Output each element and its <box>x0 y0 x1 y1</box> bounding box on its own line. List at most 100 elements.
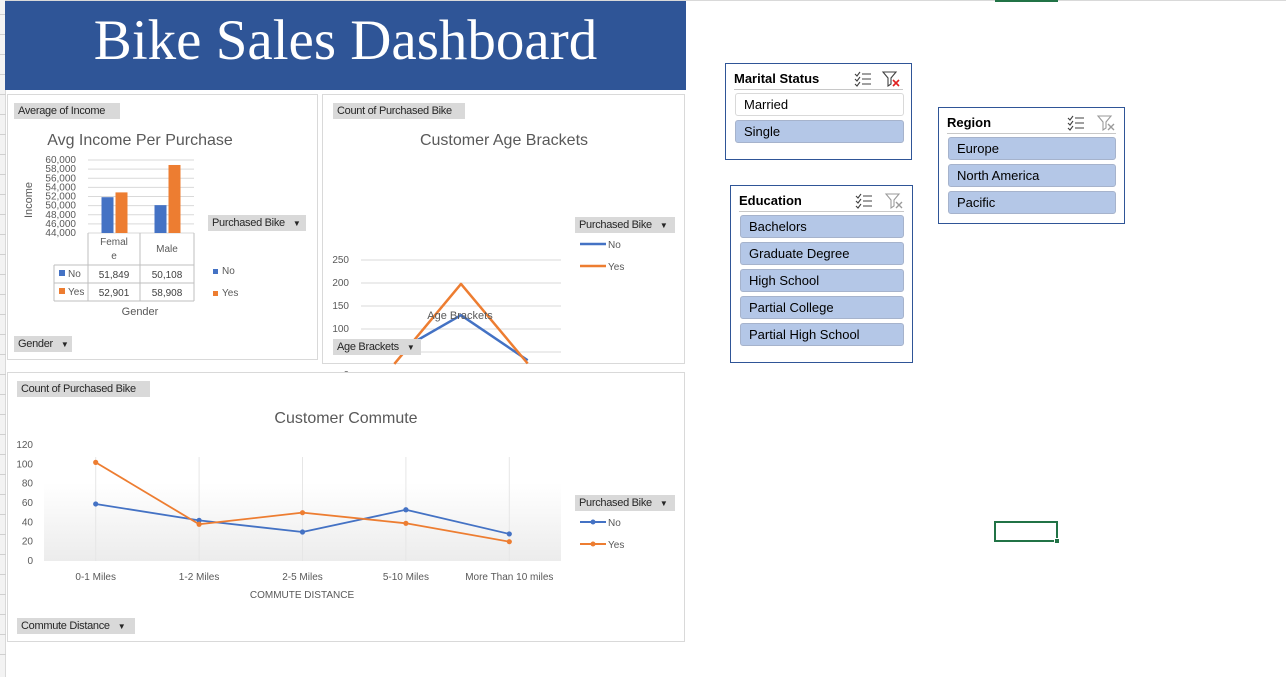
axis-field-label: Gender <box>18 338 53 350</box>
data-point-yes <box>299 510 306 516</box>
value-field-button[interactable]: Average of Income <box>14 103 120 119</box>
data-table: Femal e Male No 51,849 50,108 Yes 52,901 … <box>53 233 195 302</box>
dashboard-title: Bike Sales Dashboard <box>93 9 598 72</box>
legend-label-no: No <box>608 518 621 529</box>
y-tick-label: 100 <box>332 324 349 335</box>
table-row-label-yes: Yes <box>68 287 84 298</box>
clear-filter-icon[interactable] <box>884 192 904 210</box>
x-axis-label: Gender <box>122 306 159 318</box>
x-axis-label: COMMUTE DISTANCE <box>250 590 355 601</box>
legend-key-yes <box>59 288 65 294</box>
fill-handle[interactable] <box>1054 538 1060 544</box>
data-point-yes <box>196 521 202 527</box>
table-cell: 51,849 <box>99 270 130 281</box>
data-point-yes <box>403 520 409 526</box>
data-point-no <box>506 531 512 537</box>
slicer-item-bachelors[interactable]: Bachelors <box>740 215 904 238</box>
slicer-item-europe[interactable]: Europe <box>948 137 1116 160</box>
legend: No Yes <box>580 518 624 551</box>
multi-select-icon[interactable] <box>853 70 873 88</box>
clear-filter-icon[interactable] <box>1096 114 1116 132</box>
slicer-item-north-america[interactable]: North America <box>948 164 1116 187</box>
legend-field-label: Purchased Bike <box>212 217 285 229</box>
y-tick-label: 150 <box>332 301 349 312</box>
legend-label-no: No <box>608 240 621 251</box>
legend: No Yes <box>580 240 624 273</box>
dropdown-arrow-icon[interactable]: ▼ <box>61 337 69 353</box>
y-tick-label: 20 <box>22 537 34 548</box>
slicer-item-pacific[interactable]: Pacific <box>948 191 1116 214</box>
slicer-header: Region <box>947 112 1116 134</box>
table-row-label-no: No <box>68 269 81 280</box>
slicer-title: Marital Status <box>734 71 820 86</box>
axis-field-label: Commute Distance <box>21 620 110 632</box>
table-header-female: Femal e <box>100 237 128 262</box>
legend-label-no: No <box>222 266 235 277</box>
slicer-item-partial-high-school[interactable]: Partial High School <box>740 323 904 346</box>
income-chart-panel[interactable]: Average of Income Avg Income Per Purchas… <box>7 94 318 360</box>
slicer-item-high-school[interactable]: High School <box>740 269 904 292</box>
multi-select-icon[interactable] <box>1066 114 1086 132</box>
legend-key-no <box>213 269 218 274</box>
dropdown-arrow-icon[interactable]: ▼ <box>660 218 668 234</box>
age-chart-panel[interactable]: Count of Purchased Bike Customer Age Bra… <box>322 94 685 398</box>
data-point-yes <box>506 539 512 545</box>
bar-yes <box>115 192 128 233</box>
slicer-title: Education <box>739 193 802 208</box>
education-slicer[interactable]: Education Bachelors Graduate Degree High… <box>730 185 913 363</box>
clear-filter-icon[interactable] <box>881 70 901 88</box>
axis-field-label: Age Brackets <box>337 341 399 353</box>
sheet-row-margin <box>0 0 6 677</box>
y-tick-label: 60 <box>22 498 34 509</box>
legend-field-button[interactable]: Purchased Bike ▼ <box>575 217 675 233</box>
table-cell: 50,108 <box>152 270 183 281</box>
y-tick-label: 200 <box>332 278 349 289</box>
slicer-header: Marital Status <box>734 68 903 90</box>
chart-title: Avg Income Per Purchase <box>47 132 233 149</box>
slicer-item-graduate-degree[interactable]: Graduate Degree <box>740 242 904 265</box>
legend-marker-no <box>590 519 596 525</box>
x-tick-label: 1-2 Miles <box>179 572 220 583</box>
y-tick-label: 0 <box>27 556 33 567</box>
axis-field-button[interactable]: Commute Distance ▼ <box>17 618 135 634</box>
x-tick-label: More Than 10 miles <box>465 572 553 583</box>
bar-no <box>101 197 114 233</box>
active-cell-cursor[interactable] <box>994 521 1060 544</box>
data-point-no <box>403 507 409 513</box>
bar-no <box>154 205 167 233</box>
bar-yes <box>168 164 181 233</box>
dropdown-arrow-icon[interactable]: ▼ <box>660 496 668 512</box>
y-tick-label: 120 <box>16 440 33 451</box>
axis-field-button[interactable]: Age Brackets ▼ <box>333 339 421 355</box>
dropdown-arrow-icon[interactable]: ▼ <box>407 340 415 356</box>
slicer-item-single[interactable]: Single <box>735 120 904 143</box>
legend-field-label: Purchased Bike <box>579 497 652 509</box>
region-slicer[interactable]: Region Europe North America Pacific <box>938 107 1125 224</box>
table-header-male: Male <box>156 244 178 255</box>
y-tick-label: 40 <box>22 517 34 528</box>
slicer-item-partial-college[interactable]: Partial College <box>740 296 904 319</box>
commute-chart-panel[interactable]: Count of Purchased Bike Customer Commute… <box>7 372 685 642</box>
legend-field-button[interactable]: Purchased Bike ▼ <box>208 215 306 231</box>
slicer-header: Education <box>739 190 904 212</box>
axis-field-button[interactable]: Gender ▼ <box>14 336 72 352</box>
x-tick-label: 5-10 Miles <box>383 572 429 583</box>
slicer-item-married[interactable]: Married <box>735 93 904 116</box>
x-tick-label: 0-1 Miles <box>75 572 116 583</box>
active-column-indicator <box>995 0 1058 2</box>
x-tick-label: 2-5 Miles <box>282 572 323 583</box>
y-tick-label: 250 <box>332 255 349 266</box>
legend-label-yes: Yes <box>608 540 624 551</box>
dropdown-arrow-icon[interactable]: ▼ <box>118 619 126 635</box>
slicer-title: Region <box>947 115 992 130</box>
data-point-no <box>299 529 306 535</box>
legend-field-button[interactable]: Purchased Bike ▼ <box>575 495 675 511</box>
table-cell: 58,908 <box>152 288 183 299</box>
dropdown-arrow-icon[interactable]: ▼ <box>293 216 301 232</box>
legend-label-yes: Yes <box>608 262 624 273</box>
dashboard-title-banner: Bike Sales Dashboard <box>5 1 686 90</box>
data-point-yes <box>93 459 99 465</box>
multi-select-icon[interactable] <box>854 192 874 210</box>
legend-label-yes: Yes <box>222 288 238 299</box>
marital-status-slicer[interactable]: Marital Status Married Single <box>725 63 912 160</box>
